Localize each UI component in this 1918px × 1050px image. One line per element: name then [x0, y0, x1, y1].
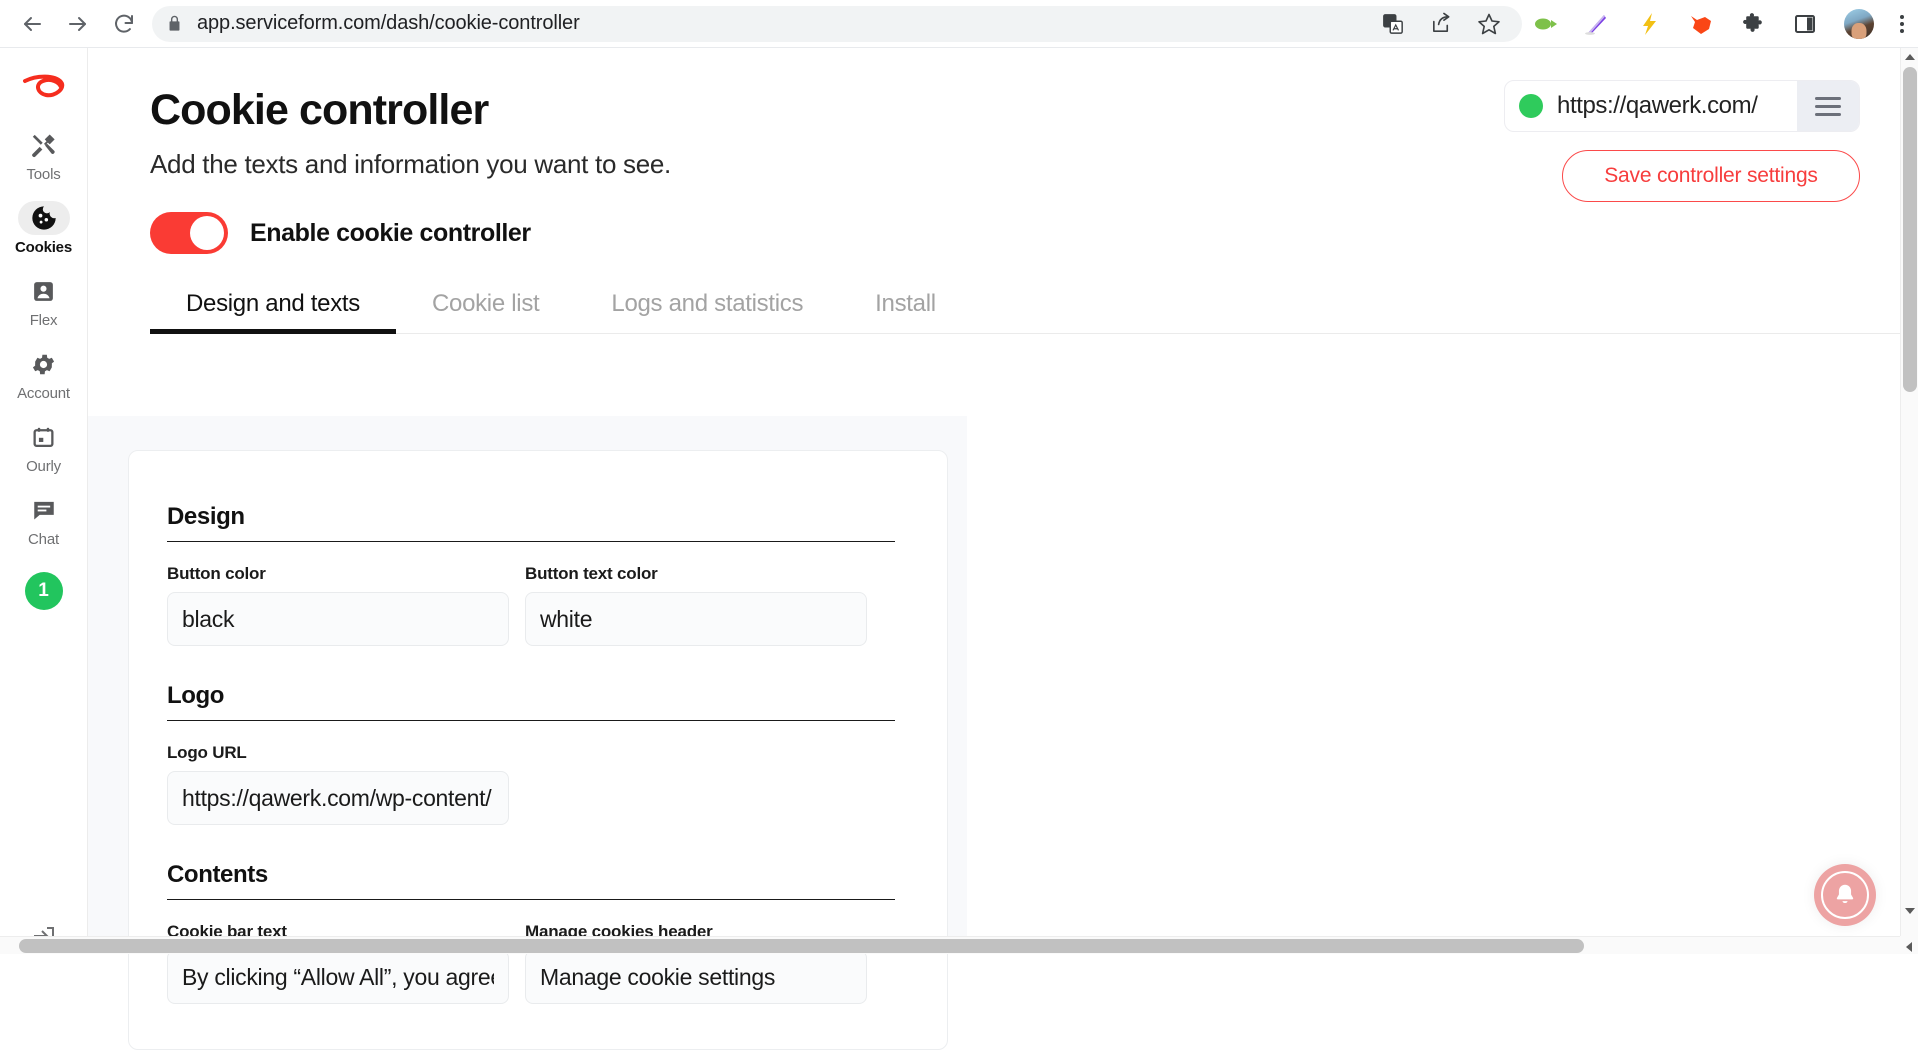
sidebar-item-label: Chat: [28, 531, 59, 548]
toggle-knob: [190, 216, 224, 250]
hamburger-icon[interactable]: [1797, 81, 1859, 131]
field-label: Button color: [167, 564, 509, 584]
design-fields-row: Button color Button text color: [167, 564, 895, 646]
sidebar-item-label: Cookies: [15, 239, 72, 256]
bookmark-star-icon[interactable]: [1476, 11, 1502, 37]
app-page: Tools Cookies Flex Account Ourly: [0, 48, 1918, 954]
extension-toolbar: [1532, 9, 1918, 39]
share-icon[interactable]: [1428, 11, 1454, 37]
browser-toolbar: app.serviceform.com/dash/cookie-controll…: [0, 0, 1918, 48]
section-title-contents: Contents: [167, 861, 895, 900]
vertical-scroll-thumb[interactable]: [1903, 67, 1917, 392]
sidebar: Tools Cookies Flex Account Ourly: [0, 48, 88, 954]
forward-arrow-icon[interactable]: [56, 2, 100, 46]
lock-icon: [166, 15, 183, 32]
bell-icon: [1821, 871, 1869, 919]
sidebar-item-label: Ourly: [26, 458, 61, 475]
enable-cookie-controller-toggle[interactable]: [150, 212, 228, 254]
browser-nav-buttons: [0, 2, 146, 46]
tab-cookie-list[interactable]: Cookie list: [396, 290, 575, 334]
tab-design-and-texts[interactable]: Design and texts: [150, 290, 396, 334]
domain-selector-value[interactable]: https://qawerk.com/: [1505, 81, 1797, 131]
enable-controller-row: Enable cookie controller: [150, 212, 1918, 254]
sidebar-notification-badge[interactable]: 1: [25, 572, 63, 610]
domain-text: https://qawerk.com/: [1557, 92, 1757, 120]
section-title-logo: Logo: [167, 682, 895, 721]
fox-icon[interactable]: [1688, 11, 1714, 37]
field-cookie-bar-text: Cookie bar text: [167, 922, 509, 1004]
field-manage-cookies-header: Manage cookies header: [525, 922, 867, 1004]
puzzle-icon[interactable]: [1740, 11, 1766, 37]
horizontal-scrollbar[interactable]: [0, 936, 1900, 954]
serviceform-logo-icon[interactable]: [21, 70, 67, 110]
back-arrow-icon[interactable]: [10, 2, 54, 46]
tab-bar: Design and texts Cookie list Logs and st…: [150, 290, 1918, 334]
reload-icon[interactable]: [102, 2, 146, 46]
sidebar-item-ourly[interactable]: Ourly: [8, 420, 80, 475]
logo-fields-row: Logo URL: [167, 743, 895, 825]
cookie-icon: [18, 201, 70, 235]
preview-column: [967, 416, 1918, 954]
sidepanel-icon[interactable]: [1792, 11, 1818, 37]
horizontal-scroll-thumb[interactable]: [19, 939, 1584, 953]
settings-column: Design Button color Button text color Lo…: [88, 416, 967, 954]
header-actions: https://qawerk.com/ Save controller sett…: [1504, 80, 1860, 202]
field-label: Logo URL: [167, 743, 509, 763]
sidebar-item-account[interactable]: Account: [8, 347, 80, 402]
omnibox-actions: G: [1380, 11, 1508, 37]
contents-fields-row: Cookie bar text Manage cookies header: [167, 922, 895, 1004]
person-icon: [18, 274, 70, 308]
tools-icon: [18, 128, 70, 162]
user-avatar[interactable]: [1844, 9, 1874, 39]
grammarly-icon[interactable]: [1584, 11, 1610, 37]
url-text: app.serviceform.com/dash/cookie-controll…: [197, 12, 580, 35]
chat-icon: [18, 493, 70, 527]
scroll-down-arrow-icon[interactable]: [1901, 902, 1918, 920]
tab-panel-design-and-texts: Design Button color Button text color Lo…: [88, 416, 1918, 954]
address-bar[interactable]: app.serviceform.com/dash/cookie-controll…: [152, 6, 1522, 42]
button-text-color-input[interactable]: [525, 592, 867, 646]
scroll-up-arrow-icon[interactable]: [1901, 48, 1918, 66]
sidebar-item-label: Tools: [26, 166, 60, 183]
notification-widget[interactable]: [1814, 864, 1876, 926]
sidebar-item-flex[interactable]: Flex: [8, 274, 80, 329]
settings-form-card: Design Button color Button text color Lo…: [128, 450, 948, 1050]
enable-cookie-controller-label: Enable cookie controller: [250, 219, 531, 248]
field-button-color: Button color: [167, 564, 509, 646]
button-color-input[interactable]: [167, 592, 509, 646]
manage-cookies-header-input[interactable]: [525, 950, 867, 1004]
status-dot-icon: [1519, 94, 1543, 118]
chrome-menu-icon[interactable]: [1900, 15, 1904, 33]
sidebar-item-tools[interactable]: Tools: [8, 128, 80, 183]
field-logo-url: Logo URL: [167, 743, 509, 825]
scrollbar-corner: [1900, 936, 1918, 954]
loom-icon[interactable]: [1532, 11, 1558, 37]
sidebar-item-cookies[interactable]: Cookies: [8, 201, 80, 256]
vertical-scrollbar[interactable]: [1900, 48, 1918, 938]
domain-selector[interactable]: https://qawerk.com/: [1504, 80, 1860, 132]
sidebar-item-chat[interactable]: Chat: [8, 493, 80, 548]
tab-install[interactable]: Install: [839, 290, 972, 334]
cookie-bar-text-input[interactable]: [167, 950, 509, 1004]
logo-url-input[interactable]: [167, 771, 509, 825]
section-title-design: Design: [167, 503, 895, 542]
sidebar-item-label: Flex: [30, 312, 58, 329]
tab-logs-and-statistics[interactable]: Logs and statistics: [575, 290, 839, 334]
translate-icon[interactable]: G: [1380, 11, 1406, 37]
field-label: Button text color: [525, 564, 867, 584]
page-header: Cookie controller Add the texts and info…: [88, 48, 1918, 180]
save-controller-settings-button[interactable]: Save controller settings: [1562, 150, 1860, 202]
field-button-text-color: Button text color: [525, 564, 867, 646]
lightning-icon[interactable]: [1636, 11, 1662, 37]
calendar-icon: [18, 420, 70, 454]
gear-icon: [18, 347, 70, 381]
sidebar-item-label: Account: [17, 385, 70, 402]
